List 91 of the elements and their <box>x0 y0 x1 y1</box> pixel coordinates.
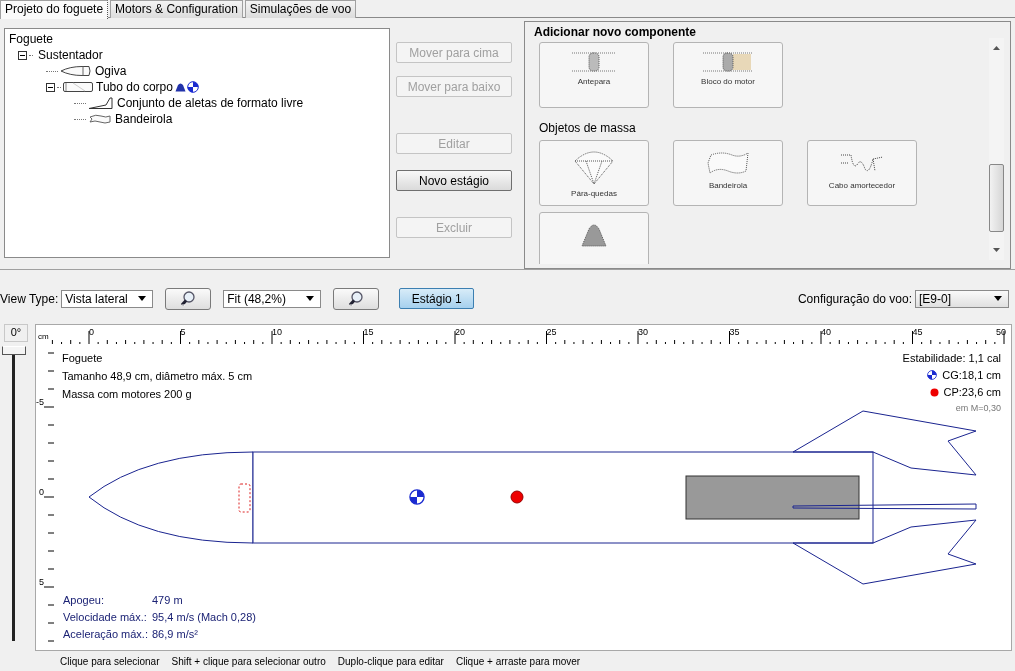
ruler-label: 5 <box>180 326 186 337</box>
collapse-icon[interactable] <box>46 82 55 92</box>
component-tile[interactable]: Cabo amortecedor <box>807 140 917 206</box>
component-tile[interactable]: Bandeirola <box>673 140 783 206</box>
tree-item[interactable]: Ogiva <box>95 64 127 78</box>
zoom-out-button[interactable] <box>165 287 212 310</box>
stage-button[interactable]: Estágio 1 <box>399 288 475 310</box>
ruler-label: -5 <box>36 396 44 407</box>
ruler-label: 10 <box>272 326 282 337</box>
component-tile[interactable]: Pára-quedas <box>539 140 649 206</box>
component-tile[interactable]: Bloco do motor <box>673 42 783 108</box>
flight-data-value: 95,4 m/s (Mach 0,28) <box>152 610 256 626</box>
tab[interactable]: Simulações de voo <box>244 0 357 18</box>
flight-data-label: Velocidade máx.: <box>63 610 148 626</box>
ruler-label: 20 <box>455 326 465 337</box>
scrollbar[interactable] <box>989 38 1004 260</box>
stability-text: Estabilidade: 1,1 cal <box>902 350 1001 366</box>
streamer-icon <box>706 149 750 177</box>
engine-block-icon <box>703 51 753 73</box>
center-of-pressure-marker <box>510 490 524 504</box>
rotation-label: 0° <box>4 323 28 342</box>
fin[interactable] <box>792 503 977 510</box>
nose-cone-icon <box>60 66 92 76</box>
component-tile[interactable] <box>539 212 649 264</box>
flight-data-value: 479 m <box>152 593 184 609</box>
ruler-label: 30 <box>638 326 648 337</box>
flight-config-label: Configuração do voo: <box>797 291 912 306</box>
ruler-label: 15 <box>363 326 374 337</box>
fin-icon <box>88 97 114 109</box>
nose-cone[interactable] <box>88 451 254 544</box>
flight-config-dropdown[interactable]: [E9-0] <box>915 289 1009 308</box>
action-button[interactable]: Novo estágio <box>396 170 512 191</box>
tab[interactable]: Motors & Configuration <box>110 0 243 18</box>
caret-icon <box>306 296 315 302</box>
center-of-gravity-icon <box>186 81 199 93</box>
zoom-in-icon <box>347 289 366 308</box>
status-hint: Clique para selecionar <box>60 655 160 667</box>
rotation-slider[interactable] <box>2 345 26 641</box>
rocket-size: Tamanho 48,9 cm, diâmetro máx. 5 cm <box>62 368 253 384</box>
tree-item[interactable]: Bandeirola <box>115 112 173 126</box>
rocket-name: Foguete <box>62 350 104 366</box>
component-tile[interactable]: Antepara <box>539 42 649 108</box>
flight-data-value: 86,9 m/s² <box>152 627 199 643</box>
flight-data-label: Apogeu: <box>63 593 105 609</box>
slider-thumb[interactable] <box>2 345 26 355</box>
scroll-up-icon[interactable] <box>993 46 1000 50</box>
panel-title: Adicionar novo componente <box>534 25 697 39</box>
ruler-label: 50 <box>996 326 1006 337</box>
tree-item[interactable]: Tubo do corpo <box>96 80 173 94</box>
view-type-dropdown[interactable]: Vista lateral <box>61 289 154 308</box>
ruler-label: 40 <box>821 326 831 337</box>
status-hint: Duplo-clique para editar <box>337 655 444 667</box>
ruler-unit: cm <box>38 331 49 341</box>
center-of-pressure-icon <box>929 387 939 397</box>
parachute-icon <box>573 149 615 185</box>
tab[interactable]: Projeto do foguete <box>0 0 109 19</box>
caret-icon <box>994 296 1002 302</box>
streamer-icon <box>88 114 112 124</box>
caret-icon <box>138 296 147 302</box>
collapse-icon[interactable] <box>18 50 27 60</box>
center-of-gravity-icon <box>409 489 425 504</box>
tree-item[interactable]: Foguete <box>9 32 54 46</box>
center-of-gravity-icon <box>927 370 938 381</box>
bulkhead-icon <box>572 51 616 73</box>
body-tube-icon <box>63 82 93 92</box>
rocket-mass: Massa com motores 200 g <box>62 386 193 402</box>
ruler-label: 35 <box>729 326 740 337</box>
scroll-down-icon[interactable] <box>993 248 1000 252</box>
fin[interactable] <box>792 410 977 476</box>
fin[interactable] <box>792 519 977 585</box>
ruler-label: 45 <box>912 326 923 337</box>
ruler-label: 0 <box>89 326 94 337</box>
status-hint: Shift + clique para selecionar outro <box>171 655 326 667</box>
section-title: Objetos de massa <box>539 121 637 135</box>
ruler-label: 0 <box>39 486 44 497</box>
weight-icon <box>579 221 609 247</box>
scroll-thumb[interactable] <box>989 164 1004 232</box>
ruler-label: 5 <box>39 576 44 587</box>
weight-icon <box>174 82 186 92</box>
cp-text: CP:23,6 cm <box>943 384 1001 400</box>
cg-text: CG:18,1 cm <box>942 367 1001 383</box>
mach-text: em M=0,30 <box>955 401 1001 415</box>
ruler-label: 25 <box>546 326 557 337</box>
zoom-out-icon <box>179 289 198 308</box>
status-hint: Clique + arraste para mover <box>455 655 581 667</box>
view-type-label: View Type: <box>0 291 59 306</box>
flight-data-label: Aceleração máx.: <box>63 627 149 643</box>
tree-item[interactable]: Sustentador <box>38 48 103 62</box>
zoom-dropdown[interactable]: Fit (48,2%) <box>223 289 322 308</box>
tree-item[interactable]: Conjunto de aletas de formato livre <box>117 96 304 110</box>
zoom-in-button[interactable] <box>333 287 380 310</box>
